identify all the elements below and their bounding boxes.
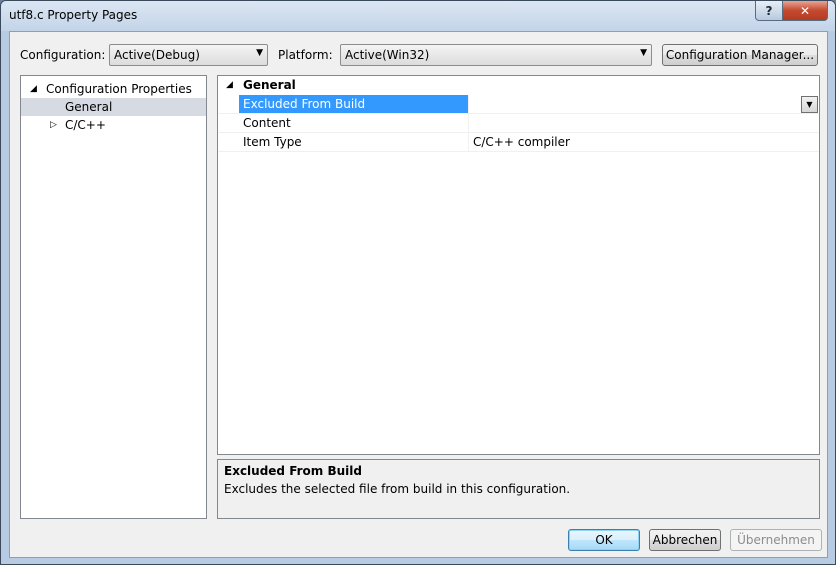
property-value[interactable]: C/C++ compiler [468,133,818,151]
property-name[interactable]: Excluded From Build [239,95,468,113]
title-bar[interactable]: utf8.c Property Pages ? ✕ [1,1,835,31]
grid-row-excluded-from-build[interactable]: Excluded From Build ▼ [218,95,819,114]
property-value-text: C/C++ compiler [473,135,570,149]
apply-button[interactable]: Übernehmen [730,529,822,551]
tree-item-label: General [65,100,113,114]
window-title: utf8.c Property Pages [9,8,138,22]
tree-item-configuration-properties[interactable]: ◢ Configuration Properties [21,80,206,98]
property-tree[interactable]: ◢ Configuration Properties General ▷ C/C… [20,75,207,519]
chevron-down-icon: ▼ [640,48,647,58]
property-name[interactable]: Item Type [239,133,468,151]
dialog-client-area: Configuration: Active(Debug) ▼ Platform:… [9,31,828,558]
chevron-down-icon: ▼ [256,48,263,58]
triangle-right-icon[interactable]: ▷ [50,120,57,130]
property-name-text: Excluded From Build [243,97,366,111]
chevron-down-icon[interactable]: ▼ [801,96,818,113]
platform-dropdown[interactable]: Active(Win32) ▼ [340,44,652,66]
configuration-label: Configuration: [20,48,106,62]
property-pages-dialog: utf8.c Property Pages ? ✕ Configuration:… [0,0,836,565]
triangle-down-icon[interactable]: ◢ [226,80,233,90]
tree-item-label: Configuration Properties [46,82,192,96]
property-grid: ◢ General Excluded From Build ▼ Content … [217,75,820,455]
platform-label: Platform: [278,48,333,62]
grid-category-label: General [243,78,296,92]
description-panel: Excluded From Build Excludes the selecte… [217,459,820,519]
property-name[interactable]: Content [239,114,468,132]
property-name-text: Item Type [243,135,302,149]
tree-item-general[interactable]: General [21,98,206,116]
description-title: Excluded From Build [224,464,362,478]
configuration-manager-button[interactable]: Configuration Manager... [662,44,818,66]
cancel-button[interactable]: Abbrechen [649,529,721,551]
property-name-text: Content [243,116,291,130]
property-value[interactable]: ▼ [468,95,818,113]
triangle-down-icon[interactable]: ◢ [30,84,37,94]
grid-row-item-type[interactable]: Item Type C/C++ compiler [218,133,819,152]
platform-value: Active(Win32) [345,48,430,62]
grid-row-content[interactable]: Content [218,114,819,133]
grid-category-general[interactable]: ◢ General [218,76,819,95]
close-button[interactable]: ✕ [782,1,828,21]
ok-button[interactable]: OK [568,529,640,551]
tree-item-cpp[interactable]: ▷ C/C++ [21,116,206,134]
description-text: Excludes the selected file from build in… [224,482,571,496]
help-button[interactable]: ? [755,1,783,21]
tree-item-label: C/C++ [65,118,106,132]
property-value[interactable] [468,114,818,132]
configuration-value: Active(Debug) [114,48,200,62]
configuration-dropdown[interactable]: Active(Debug) ▼ [109,44,268,66]
